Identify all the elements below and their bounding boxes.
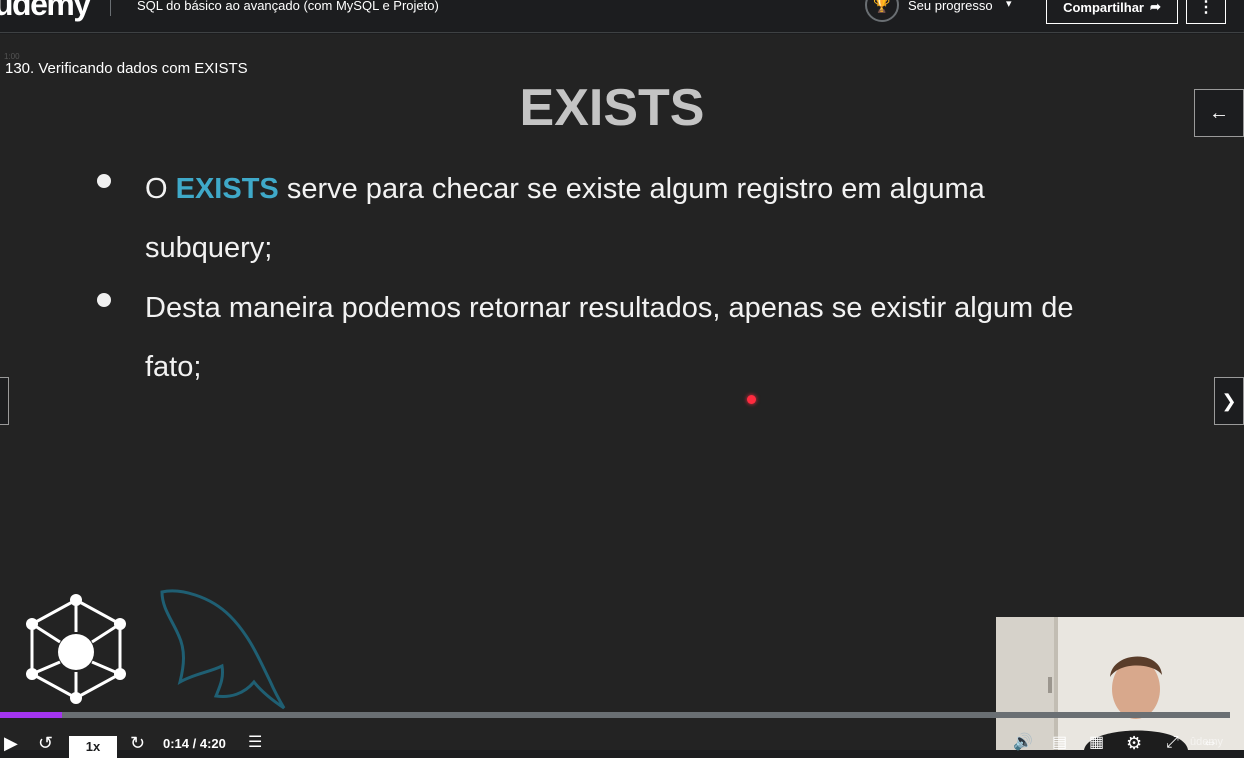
rewind-icon[interactable]: ↺ [38,728,53,758]
header-divider [110,0,111,16]
bullet-2-line2: fato; [145,351,202,383]
udemy-logo[interactable]: ûdemy [0,0,91,23]
back-button[interactable]: ← [1194,89,1244,137]
more-options-button[interactable]: ⋮ [1186,0,1226,24]
bullet-dot [97,174,111,188]
next-lecture-button[interactable]: ❯ [1214,377,1244,425]
course-title[interactable]: SQL do básico ao avançado (com MySQL e P… [137,0,439,13]
previous-lecture-button[interactable] [0,377,9,425]
volume-icon[interactable]: 🔊 [1013,728,1033,758]
bullet-1-line2: subquery; [145,232,273,264]
bullet-1-text: O EXISTS serve para checar se existe alg… [145,160,985,278]
slide-title: EXISTS [519,79,705,137]
bullet-dot [97,293,111,307]
laser-pointer [747,395,756,404]
mysql-dolphin-logo [160,589,286,710]
player-controls: ▶ ↺ 1x ↻ 0:14 / 4:20 ☰ 🔊 ▤ ▦ ⚙ ⤢ ⇔ [0,728,1244,758]
transcript-icon[interactable]: ▤ [1052,728,1067,758]
bullet-1-prefix: O [145,173,176,205]
arrow-left-icon: ← [1209,101,1229,124]
chevron-right-icon: ❯ [1221,390,1237,411]
expand-icon[interactable]: ⇔ [1202,728,1218,758]
time-display: 0:14 / 4:20 [163,736,226,751]
video-player[interactable]: 1:00 130. Verificando dados com EXISTS E… [0,34,1244,750]
fullscreen-icon[interactable]: ⤢ [1166,728,1179,758]
notes-icon[interactable]: ☰ [248,728,262,758]
bullet-2-text: Desta maneira podemos retornar resultado… [145,279,1073,397]
captions-icon[interactable]: ▦ [1089,728,1104,758]
progress-label[interactable]: Seu progresso [908,0,993,13]
hub-logo [26,594,126,704]
top-header: ûdemy SQL do básico ao avançado (com MyS… [0,0,1244,33]
bullet-2-line1: Desta maneira podemos retornar resultado… [145,292,1074,324]
share-button-label: Compartilhar [1063,0,1144,15]
forward-icon[interactable]: ↻ [130,728,145,758]
chevron-down-icon[interactable]: ▾ [1006,0,1012,10]
share-arrow-icon: ➦ [1150,0,1161,14]
lecture-title: 130. Verificando dados com EXISTS [5,60,248,77]
play-icon[interactable]: ▶ [4,728,18,758]
seek-bar[interactable] [0,712,1230,718]
bullet-1-line1: serve para checar se existe algum regist… [278,173,985,205]
trophy-icon[interactable]: 🏆 [865,0,899,22]
seek-bar-progress [0,712,62,718]
keyword-exists: EXISTS [175,173,279,205]
share-button[interactable]: Compartilhar ➦ [1046,0,1178,24]
vertical-dots-icon: ⋮ [1198,0,1214,16]
gear-icon[interactable]: ⚙ [1126,728,1142,758]
playback-speed-button[interactable]: 1x [69,736,117,758]
